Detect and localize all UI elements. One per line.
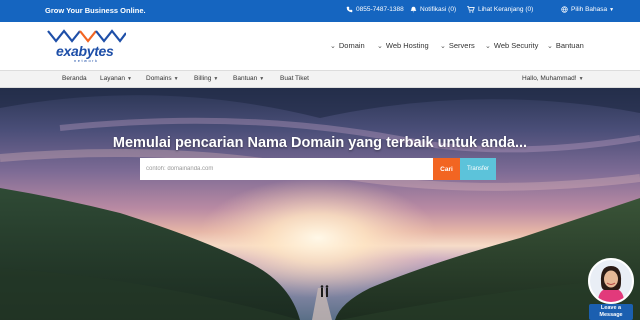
language-selector[interactable]: Pilih Bahasa ▼ [561,6,614,13]
chevron-down-icon: ⌄ [330,42,336,50]
subnav-label: Beranda [62,75,87,82]
nav-web-security[interactable]: ⌄ Web Security [485,41,538,50]
secondary-nav: Beranda Layanan ▼ Domains ▼ Billing ▼ Bantu… [0,70,640,88]
caret-down-icon: ▼ [173,76,179,82]
chevron-down-icon: ⌄ [377,42,383,50]
logo-wordmark: exabytes [56,43,114,59]
logo-subtext: network [74,58,99,63]
nav-servers[interactable]: ⌄ Servers [440,41,475,50]
phone-icon [346,6,353,13]
subnav-label: Billing [194,75,212,82]
subnav-label: Buat Tiket [280,75,309,82]
caret-down-icon: ▼ [578,76,584,82]
nav-domain-label: Domain [338,41,365,50]
subnav-label: Bantuan [233,75,258,82]
nav-web-hosting-label: Web Hosting [385,41,429,50]
notifications-label: Notifikasi (0) [420,6,457,13]
sunset-landscape-image [0,88,640,320]
nav-web-hosting[interactable]: ⌄ Web Hosting [377,41,429,50]
globe-icon [561,6,568,13]
nav-bantuan-label: Bantuan [555,41,584,50]
caret-down-icon: ▼ [126,76,132,82]
hero-title: Memulai pencarian Nama Domain yang terba… [112,135,528,151]
logo-wave-icon [47,29,126,43]
nav-domain[interactable]: ⌄ Domain [330,41,365,50]
language-label: Pilih Bahasa [571,6,608,13]
caret-down-icon: ▼ [259,76,265,82]
header: exabytes network ⌄ Domain ⌄ Web Hosting … [0,22,640,70]
subnav-label: Domains [146,75,172,82]
subnav-item-billing[interactable]: Billing ▼ [194,75,218,82]
cart-label: Lihat Keranjang (0) [478,6,534,13]
agent-avatar [588,258,634,304]
subnav-label: Layanan [100,75,125,82]
subnav-item-domains[interactable]: Domains ▼ [146,75,179,82]
cart-link[interactable]: Lihat Keranjang (0) [467,6,533,13]
phone-number: 0855-7487-1388 [356,6,404,13]
leave-message-line2: Message [599,312,623,318]
hero-banner: Memulai pencarian Nama Domain yang terba… [0,88,640,320]
nav-web-security-label: Web Security [493,41,539,50]
chevron-down-icon: ▼ [609,6,615,13]
search-button[interactable]: Cari [433,158,460,180]
subnav-item-bantuan[interactable]: Bantuan ▼ [233,75,264,82]
cart-icon [467,6,475,13]
user-menu[interactable]: Hallo, Muhammad! ▼ [522,75,584,82]
transfer-button[interactable]: Transfer [460,158,496,180]
caret-down-icon: ▼ [213,76,219,82]
user-greeting: Hallo, Muhammad! [522,75,577,82]
agent-photo-icon [590,260,632,302]
subnav-item-layanan[interactable]: Layanan ▼ [100,75,132,82]
top-bar: Grow Your Business Online. 0855-7487-138… [0,0,640,22]
exabytes-logo[interactable]: exabytes network [46,28,136,64]
leave-message-label: Leave a Message [589,304,633,320]
chevron-down-icon: ⌄ [440,42,446,50]
bell-icon [410,6,417,13]
subnav-item-beranda[interactable]: Beranda [62,75,87,82]
leave-message-line1: Leave a [600,305,622,311]
nav-servers-label: Servers [448,41,475,50]
chevron-down-icon: ⌄ [547,42,553,50]
nav-bantuan[interactable]: ⌄ Bantuan [547,41,584,50]
chat-widget[interactable]: Leave a Message [586,258,636,320]
notifications-link[interactable]: Notifikasi (0) [410,6,456,13]
domain-search-input[interactable] [140,158,433,180]
phone-link[interactable]: 0855-7487-1388 [346,6,404,13]
subnav-item-buat-tiket[interactable]: Buat Tiket [280,75,309,82]
chevron-down-icon: ⌄ [485,42,491,50]
tagline: Grow Your Business Online. [45,6,146,15]
